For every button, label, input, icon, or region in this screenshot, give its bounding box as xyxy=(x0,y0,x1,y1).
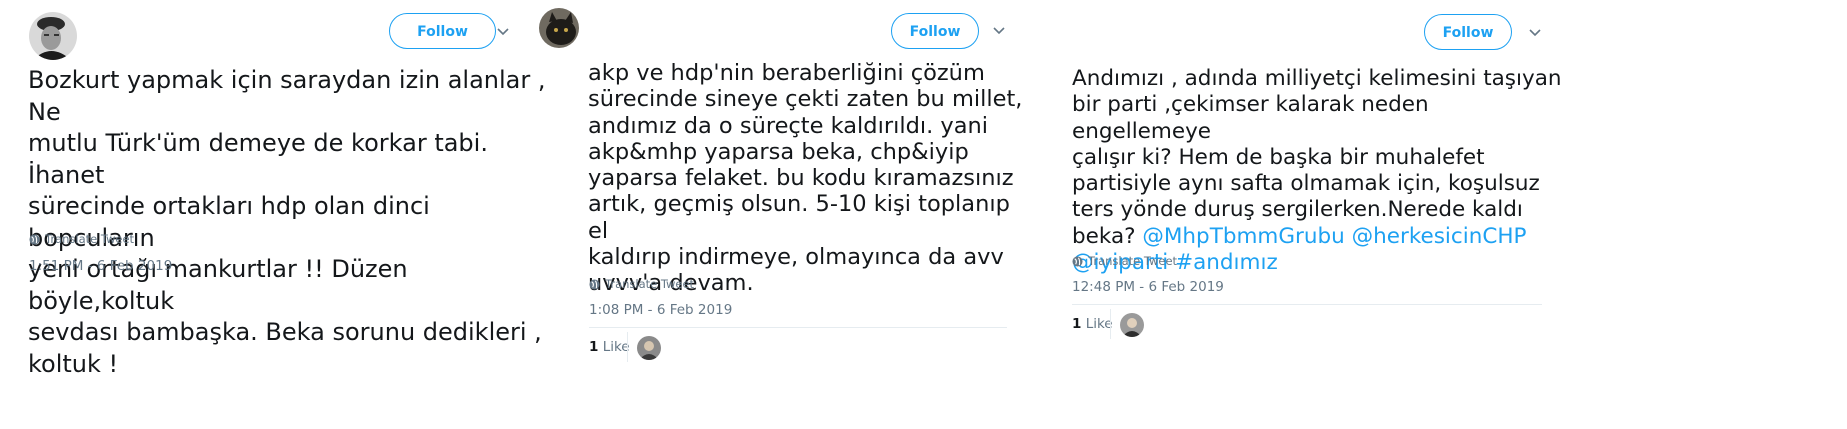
author-avatar[interactable] xyxy=(539,8,579,48)
tweet-text: Andımızı , adında milliyetçi kelimesini … xyxy=(1072,66,1562,276)
mention-link[interactable]: @MhpTbmmGrubu xyxy=(1142,224,1344,249)
like-label: Like xyxy=(602,339,630,355)
like-count[interactable]: 1 Like xyxy=(589,339,630,355)
hashtag-link[interactable]: #andımız xyxy=(1175,250,1278,275)
tweet-text: akp ve hdp'nin beraberliğini çözüm sürec… xyxy=(588,60,1023,297)
like-label: Like xyxy=(1085,316,1113,332)
translate-tweet-link[interactable]: Translate Tweet xyxy=(1072,254,1177,268)
author-avatar[interactable] xyxy=(29,12,77,60)
liker-avatar[interactable] xyxy=(637,336,661,360)
translate-label: Translate Tweet xyxy=(605,277,695,291)
divider xyxy=(589,327,1007,328)
chevron-down-icon[interactable] xyxy=(990,22,1008,40)
translate-tweet-link[interactable]: Translate Tweet xyxy=(589,277,694,291)
like-count[interactable]: 1 Like xyxy=(1072,316,1113,332)
timestamp[interactable]: 1:08 PM - 6 Feb 2019 xyxy=(589,302,732,318)
tweet-3: Follow Andımızı , adında milliyetçi keli… xyxy=(1060,0,1562,429)
translate-label: Translate Tweet xyxy=(1088,254,1178,268)
translate-label: Translate Tweet xyxy=(45,232,135,246)
separator xyxy=(1110,309,1111,339)
globe-icon xyxy=(589,278,600,290)
follow-button[interactable]: Follow xyxy=(389,13,496,49)
tweet-1: Follow Bozkurt yapmak için saraydan izin… xyxy=(0,0,560,429)
divider xyxy=(1072,304,1542,305)
mention-link[interactable]: @herkesicinCHP xyxy=(1352,224,1527,249)
like-count-value: 1 xyxy=(589,339,599,355)
chevron-down-icon[interactable] xyxy=(494,23,512,41)
follow-button[interactable]: Follow xyxy=(891,13,979,49)
tweet-2: Follow akp ve hdp'nin beraberliğini çözü… xyxy=(538,0,1028,429)
follow-button[interactable]: Follow xyxy=(1424,14,1512,50)
globe-icon xyxy=(29,233,40,245)
tweet-text-body: Andımızı , adında milliyetçi kelimesini … xyxy=(1072,66,1562,249)
like-count-value: 1 xyxy=(1072,316,1082,332)
globe-icon xyxy=(1072,255,1083,267)
liker-avatar[interactable] xyxy=(1120,313,1144,337)
chevron-down-icon[interactable] xyxy=(1526,24,1544,42)
translate-tweet-link[interactable]: Translate Tweet xyxy=(29,232,134,246)
tweet-text: Bozkurt yapmak için saraydan izin alanla… xyxy=(28,66,546,378)
separator xyxy=(627,332,628,362)
timestamp[interactable]: 1:51 PM - 6 Feb 2019 xyxy=(29,258,172,274)
timestamp[interactable]: 12:48 PM - 6 Feb 2019 xyxy=(1072,279,1224,295)
